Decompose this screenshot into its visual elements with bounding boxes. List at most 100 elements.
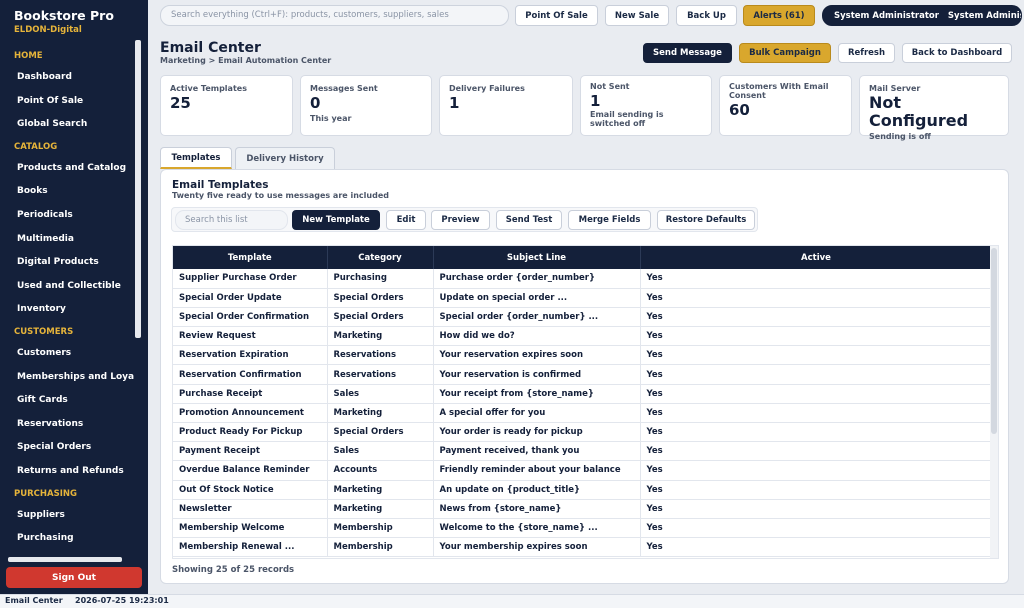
sidebar-item-returns-and-refunds[interactable]: Returns and Refunds (0, 460, 134, 484)
table-row[interactable]: Special Order Update Special Orders Update… (173, 288, 993, 308)
sidebar-item-customers[interactable]: Customers (0, 342, 134, 366)
page-title: Email Center (160, 40, 261, 56)
sidebar-scrollbar[interactable] (135, 40, 141, 338)
back-to-dashboard-button[interactable]: Back to Dashboard (902, 43, 1012, 63)
table-row[interactable]: Newsletter Marketing News from {store_name… (173, 499, 993, 519)
table-scrollbar[interactable] (990, 246, 998, 558)
card-label: Messages Sent (310, 84, 378, 93)
table-row[interactable]: Reservation Expiration Reservations Your r… (173, 345, 993, 366)
cell-subject-line: Update on special order ... (433, 288, 641, 308)
sidebar-item-products-and-catalog[interactable]: Products and Catalog (0, 157, 134, 181)
back-up-button[interactable]: Back Up (676, 5, 737, 26)
sidebar-item-books[interactable]: Books (0, 180, 134, 204)
cell-subject-line: News from {store_name} (433, 499, 641, 519)
sidebar-item-global-search[interactable]: Global Search (0, 113, 134, 137)
cell-category: Marketing (327, 403, 434, 424)
card-label: Customers With Email Consent (729, 82, 829, 100)
cell-active: Yes (640, 345, 993, 366)
cell-subject-line: Your order is ready for pickup (433, 422, 641, 443)
alerts-button[interactable]: Alerts (61) (743, 5, 815, 26)
global-search-input[interactable]: Search everything (Ctrl+F): products, cu… (160, 5, 509, 26)
restore-defaults-button[interactable]: Restore Defaults (657, 210, 755, 230)
cell-category: Accounts (327, 460, 434, 481)
sidebar-section-home: HOME (14, 51, 43, 61)
table-row[interactable]: Reservation Confirmation Reservations Your… (173, 364, 993, 385)
edit-button[interactable]: Edit (386, 210, 426, 230)
table-row[interactable]: Overdue Balance Reminder Accounts Friendly… (173, 460, 993, 481)
cell-subject-line: Your reservation is confirmed (433, 364, 641, 385)
table-row[interactable]: Payment Receipt Sales Payment received, th… (173, 441, 993, 462)
bulk-campaign-button[interactable]: Bulk Campaign (739, 43, 831, 63)
sidebar-item-point-of-sale[interactable]: Point Of Sale (0, 90, 134, 114)
tab-delivery-history[interactable]: Delivery History (235, 147, 335, 169)
preview-button[interactable]: Preview (431, 210, 490, 230)
status-screen-name: Email Center (5, 596, 63, 605)
sidebar-item-used-and-collectible[interactable]: Used and Collectible (0, 275, 134, 299)
sign-out-button[interactable]: Sign Out (6, 567, 142, 588)
cell-subject-line: Welcome to the {store_name} ... (433, 518, 641, 539)
sidebar-item-multimedia[interactable]: Multimedia (0, 228, 134, 252)
sidebar-item-purchasing[interactable]: Purchasing (0, 527, 134, 551)
new-template-button[interactable]: New Template (292, 210, 380, 230)
refresh-button[interactable]: Refresh (838, 43, 895, 63)
sidebar-item-gift-cards[interactable]: Gift Cards (0, 389, 134, 413)
cell-subject-line: An update on {product_title} (433, 480, 641, 500)
card-sub: Sending is off (869, 132, 931, 141)
card-label: Mail Server (869, 84, 921, 93)
column-header-category[interactable]: Category (327, 246, 434, 269)
merge-fields-button[interactable]: Merge Fields (568, 210, 651, 230)
user-menu-button[interactable]: System Administrator System Administrato… (822, 5, 1022, 26)
table-header-row: Template Category Subject Line Active (173, 246, 993, 269)
card-label: Active Templates (170, 84, 247, 93)
send-message-button[interactable]: Send Message (643, 43, 732, 63)
cell-category: Special Orders (327, 288, 434, 308)
cell-template: Membership Welcome (173, 518, 328, 539)
table-row[interactable]: Membership Welcome Membership Welcome to t… (173, 518, 993, 539)
table-row[interactable]: Out Of Stock Notice Marketing An update on… (173, 480, 993, 500)
column-header-template[interactable]: Template (173, 246, 328, 269)
sidebar-item-reservations[interactable]: Reservations (0, 413, 134, 437)
sidebar-item-suppliers[interactable]: Suppliers (0, 504, 134, 528)
sidebar-item-special-orders[interactable]: Special Orders (0, 436, 134, 460)
sidebar-item-dashboard[interactable]: Dashboard (0, 66, 134, 90)
table-row[interactable]: Review Request Marketing How did we do? Yes (173, 326, 993, 347)
sidebar-item-periodicals[interactable]: Periodicals (0, 204, 134, 228)
cell-template: Purchase Receipt (173, 384, 328, 404)
table-row[interactable]: Membership Renewal ... Membership Your mem… (173, 537, 993, 558)
cell-template: Reservation Expiration (173, 345, 328, 366)
card-value: Not Configured (869, 93, 969, 130)
new-sale-button[interactable]: New Sale (605, 5, 669, 26)
list-search-input[interactable]: Search this list (175, 210, 288, 230)
point-of-sale-button[interactable]: Point Of Sale (515, 5, 598, 26)
sidebar-item-memberships-and-loyalty[interactable]: Memberships and Loyalty (0, 366, 134, 390)
column-header-active[interactable]: Active (640, 246, 993, 269)
sidebar: Bookstore Pro ELDON-Digital HOME Dashboar… (0, 0, 148, 594)
tab-templates[interactable]: Templates (160, 147, 232, 169)
column-header-subject-line[interactable]: Subject Line (433, 246, 641, 269)
cell-subject-line: Special order {order_number} ... (433, 307, 641, 328)
panel-subtitle: Twenty five ready to use messages are in… (172, 191, 389, 200)
table-scrollbar-thumb[interactable] (991, 248, 997, 434)
brand: Bookstore Pro ELDON-Digital (0, 0, 148, 35)
sidebar-section-customers: CUSTOMERS (14, 326, 74, 337)
sidebar-item-digital-products[interactable]: Digital Products (0, 251, 134, 275)
stat-card-mail-server: Mail Server Not Configured Sending is of… (859, 75, 1009, 141)
cell-active: Yes (640, 460, 993, 481)
send-test-button[interactable]: Send Test (496, 210, 562, 230)
sidebar-nav: HOME Dashboard Point Of Sale Global Search C… (0, 46, 134, 560)
table-row[interactable]: Purchase Receipt Sales Your receipt from {… (173, 384, 993, 404)
table-row[interactable]: Supplier Purchase Order Purchasing Purchas… (173, 269, 993, 289)
table-row[interactable]: Special Order Confirmation Special Orders… (173, 307, 993, 328)
card-sub: Email sending is switched off (590, 110, 664, 128)
breadcrumb: Marketing > Email Automation Center (160, 56, 332, 65)
sidebar-item-inventory[interactable]: Inventory (0, 298, 134, 322)
sidebar-horizontal-scrollbar[interactable] (8, 557, 122, 562)
table-row[interactable]: Product Ready For Pickup Special Orders Yo… (173, 422, 993, 443)
cell-template: Supplier Purchase Order (173, 269, 328, 289)
sidebar-section-catalog: CATALOG (14, 141, 58, 152)
table-row[interactable]: Promotion Announcement Marketing A special… (173, 403, 993, 424)
topbar: Search everything (Ctrl+F): products, cu… (148, 0, 1024, 32)
cell-active: Yes (640, 403, 993, 424)
cell-category: Marketing (327, 499, 434, 519)
cell-active: Yes (640, 326, 993, 347)
